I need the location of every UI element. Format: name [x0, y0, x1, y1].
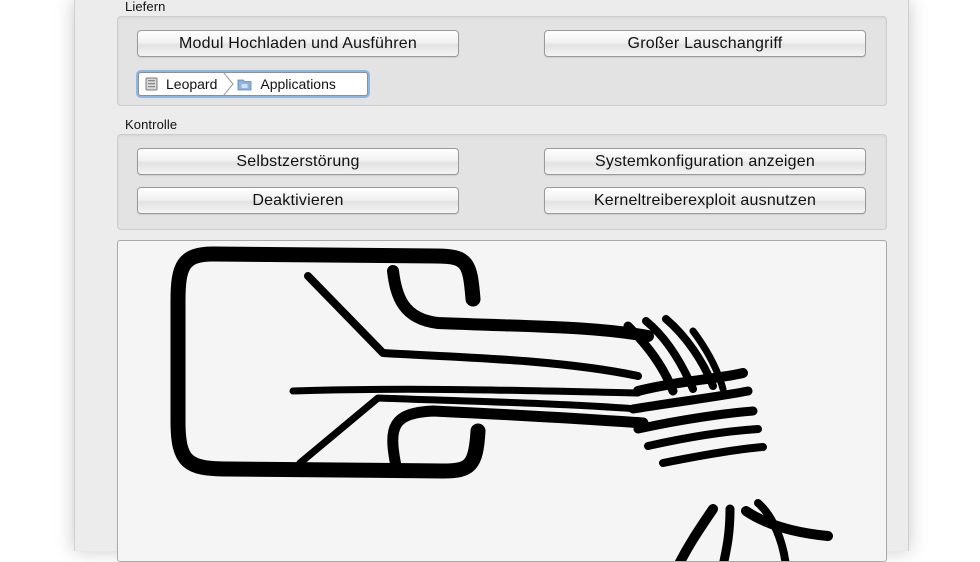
- control-group: Selbstzerstörung Systemkonfiguration anz…: [117, 134, 887, 230]
- path-item-applications[interactable]: Applications: [235, 73, 342, 95]
- path-item-leopard[interactable]: Leopard: [139, 73, 223, 95]
- deactivate-button[interactable]: Deaktivieren: [137, 187, 459, 214]
- control-section-label: Kontrolle: [125, 117, 178, 132]
- chevron-right-icon: [223, 72, 235, 96]
- upload-and-run-button[interactable]: Modul Hochladen und Ausführen: [137, 30, 459, 57]
- app-window: Liefern Modul Hochladen und Ausführen Gr…: [74, 0, 909, 562]
- show-system-config-button[interactable]: Systemkonfiguration anzeigen: [544, 148, 866, 175]
- kernel-exploit-button[interactable]: Kerneltreiberexploit ausnutzen: [544, 187, 866, 214]
- disk-icon: [145, 77, 158, 91]
- logo-image-panel: [117, 240, 887, 562]
- deliver-group: Modul Hochladen und Ausführen Großer Lau…: [117, 16, 887, 106]
- path-control[interactable]: Leopard Applications: [138, 72, 368, 96]
- path-item-label: Applications: [260, 76, 336, 92]
- self-destruct-button[interactable]: Selbstzerstörung: [137, 148, 459, 175]
- deliver-section-label: Liefern: [125, 0, 166, 14]
- eavesdrop-button[interactable]: Großer Lauschangriff: [544, 30, 866, 57]
- path-item-label: Leopard: [166, 76, 218, 92]
- folder-icon: [237, 77, 252, 91]
- bundestrojaner-logo: [170, 246, 833, 561]
